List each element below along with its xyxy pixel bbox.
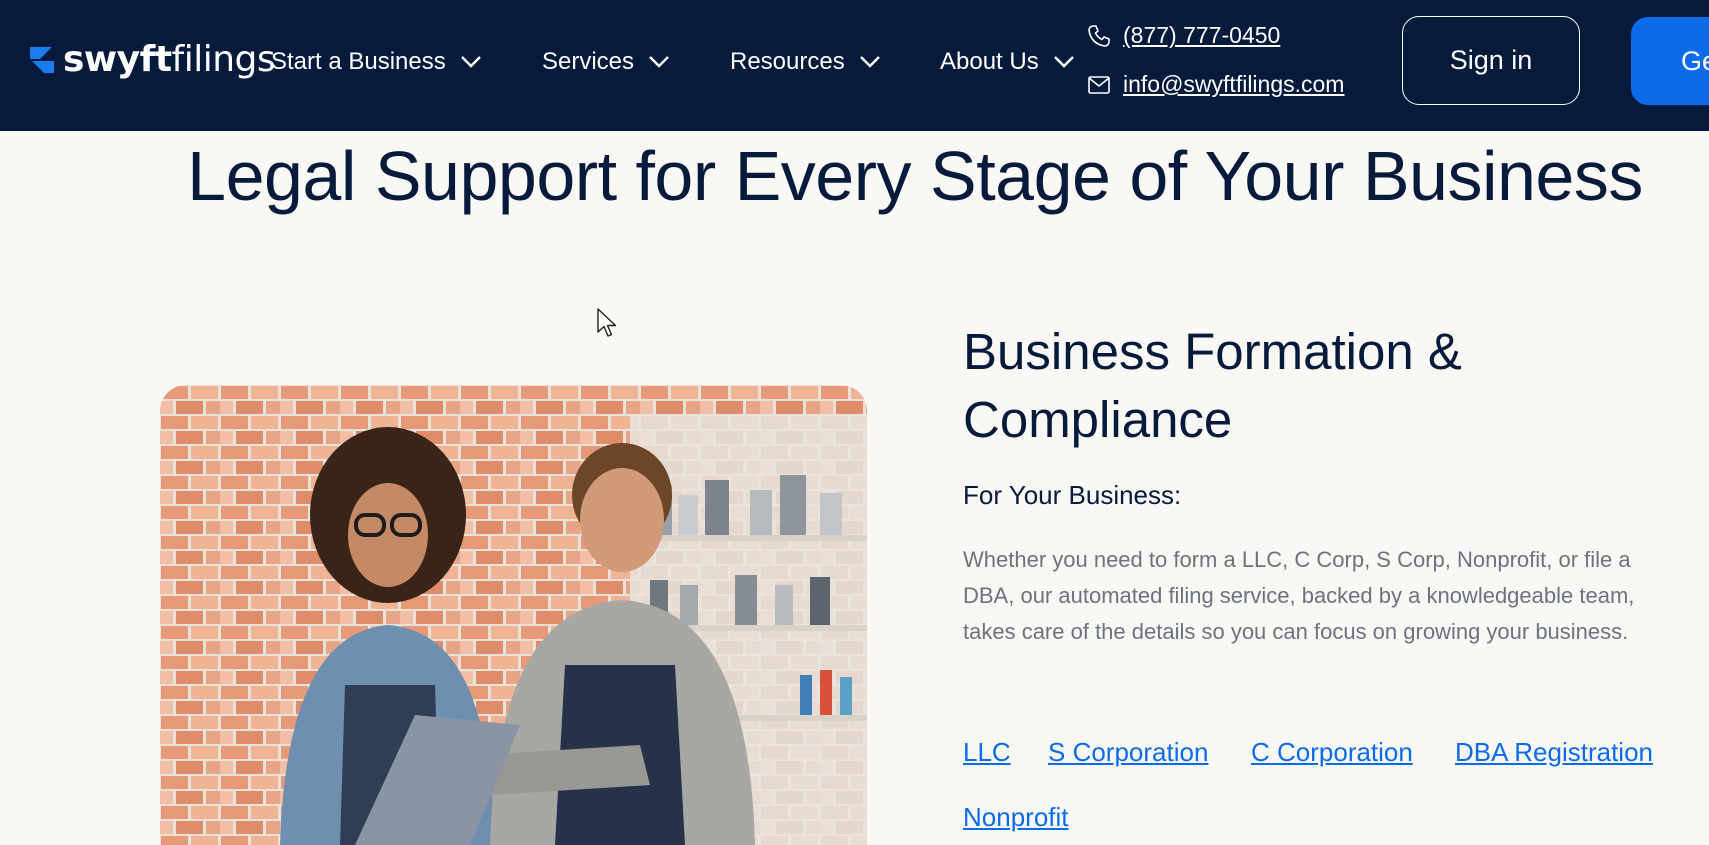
link-c-corporation[interactable]: C Corporation: [1251, 737, 1413, 768]
page-title: Legal Support for Every Stage of Your Bu…: [187, 137, 1643, 215]
link-s-corporation[interactable]: S Corporation: [1048, 737, 1208, 768]
phone-link[interactable]: (877) 777-0450: [1123, 22, 1280, 49]
chevron-down-icon: [859, 56, 880, 68]
link-dba-registration[interactable]: DBA Registration: [1455, 737, 1653, 768]
link-llc[interactable]: LLC: [963, 737, 1011, 768]
nav-about-us[interactable]: About Us: [940, 45, 1075, 79]
business-owners-photo: [160, 385, 867, 845]
nav-label: Start a Business: [271, 48, 446, 75]
link-nonprofit[interactable]: Nonprofit: [963, 802, 1069, 833]
sign-in-button[interactable]: Sign in: [1402, 16, 1580, 105]
phone-contact: (877) 777-0450: [1087, 22, 1280, 49]
section-title: Business Formation & Compliance: [963, 323, 1462, 448]
nav-start-a-business[interactable]: Start a Business: [271, 45, 482, 79]
site-logo[interactable]: swyftfilings: [28, 39, 276, 80]
swyft-logo-icon: [30, 47, 54, 73]
top-navigation-bar: swyftfilings Start a Business Services R…: [0, 0, 1709, 131]
email-contact: info@swyftfilings.com: [1087, 71, 1344, 98]
email-link[interactable]: info@swyftfilings.com: [1123, 71, 1344, 98]
nav-label: Resources: [730, 48, 845, 75]
get-started-button[interactable]: Ge: [1631, 17, 1709, 105]
nav-services[interactable]: Services: [542, 45, 670, 79]
chevron-down-icon: [460, 56, 481, 68]
section-description: Whether you need to form a LLC, C Corp, …: [963, 547, 1635, 644]
chevron-down-icon: [1053, 56, 1074, 68]
nav-resources[interactable]: Resources: [730, 45, 881, 79]
mail-icon: [1088, 75, 1110, 94]
phone-icon: [1088, 24, 1110, 47]
nav-label: Services: [542, 48, 635, 75]
section-subhead: For Your Business:: [963, 480, 1182, 510]
mouse-cursor-icon: [597, 308, 617, 337]
chevron-down-icon: [649, 56, 669, 68]
nav-label: About Us: [940, 48, 1039, 75]
logo-wordmark: swyftfilings: [63, 39, 276, 80]
